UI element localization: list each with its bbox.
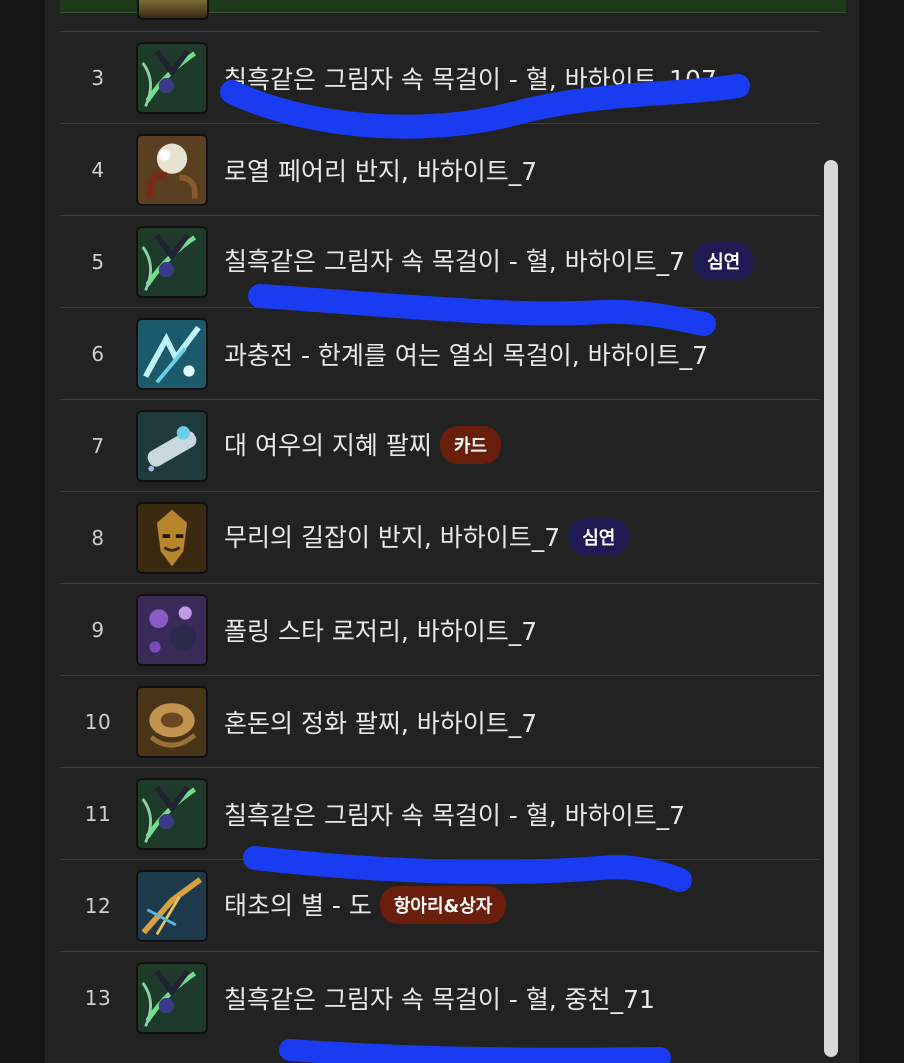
item-name: 폴링 스타 로저리, 바하이트_7 bbox=[224, 616, 538, 646]
overcharge-necklace-icon bbox=[136, 317, 208, 390]
dark-necklace-icon bbox=[136, 961, 208, 1034]
rank-number: 7 bbox=[91, 433, 105, 458]
item-name: 대 여우의 지혜 팔찌 bbox=[224, 430, 432, 460]
list-item[interactable]: 6 과충전 - 한계를 여는 열쇠 목걸이, 바하이트_7 bbox=[60, 307, 820, 399]
item-name: 과충전 - 한계를 여는 열쇠 목걸이, 바하이트_7 bbox=[224, 340, 709, 370]
item-name: 칠흑같은 그림자 속 목걸이 - 혈, 바하이트_7 bbox=[224, 800, 686, 830]
list-item[interactable]: 9 폴링 스타 로저리, 바하이트_7 bbox=[60, 583, 820, 675]
fox-bracelet-icon bbox=[136, 409, 208, 482]
list-item[interactable]: 10 혼돈의 정화 팔찌, 바하이트_7 bbox=[60, 675, 820, 767]
rank-number: 3 bbox=[91, 65, 105, 90]
item-name: 칠흑같은 그림자 속 목걸이 - 혈, 중천_71 bbox=[224, 984, 655, 1014]
royal-fairy-ring-icon bbox=[136, 133, 208, 206]
rank-number: 8 bbox=[91, 525, 105, 550]
rank-number: 6 bbox=[91, 341, 105, 366]
category-badge: 심연 bbox=[693, 241, 755, 280]
rank-number: 5 bbox=[91, 249, 105, 274]
falling-star-rosary-icon bbox=[136, 593, 208, 666]
category-badge: 항아리&상자 bbox=[379, 885, 507, 924]
rank-number: 10 bbox=[84, 709, 112, 734]
category-badge: 카드 bbox=[439, 425, 501, 464]
list-panel: 3 칠흑같은 그림자 속 목걸이 - 혈, 바하이트_107 4 로열 페어리 … bbox=[45, 0, 859, 1063]
item-name: 칠흑같은 그림자 속 목걸이 - 혈, 바하이트_107 bbox=[224, 64, 717, 94]
chaos-bracelet-icon bbox=[136, 685, 208, 758]
item-name: 로열 페어리 반지, 바하이트_7 bbox=[224, 156, 538, 186]
rank-number: 13 bbox=[84, 985, 112, 1010]
list-item[interactable]: 4 로열 페어리 반지, 바하이트_7 bbox=[60, 123, 820, 215]
dark-necklace-icon bbox=[136, 225, 208, 298]
list-item[interactable]: 13 칠흑같은 그림자 속 목걸이 - 혈, 중천_71 bbox=[60, 951, 820, 1043]
list-item[interactable]: 5 칠흑같은 그림자 속 목걸이 - 혈, 바하이트_7 심연 bbox=[60, 215, 820, 307]
scrollbar-thumb[interactable] bbox=[824, 160, 838, 1057]
item-name: 혼돈의 정화 팔찌, 바하이트_7 bbox=[224, 708, 538, 738]
list-item[interactable]: 11 칠흑같은 그림자 속 목걸이 - 혈, 바하이트_7 bbox=[60, 767, 820, 859]
list-item[interactable]: 12 태초의 별 - 도 항아리&상자 bbox=[60, 859, 820, 951]
item-name: 무리의 길잡이 반지, 바하이트_7 bbox=[224, 522, 561, 552]
dark-necklace-icon bbox=[136, 41, 208, 114]
item-list: 3 칠흑같은 그림자 속 목걸이 - 혈, 바하이트_107 4 로열 페어리 … bbox=[60, 31, 820, 1043]
item-name: 칠흑같은 그림자 속 목걸이 - 혈, 바하이트_7 bbox=[224, 246, 686, 276]
rank-number: 9 bbox=[91, 617, 105, 642]
rank-number: 11 bbox=[84, 801, 112, 826]
list-item[interactable]: 7 대 여우의 지혜 팔찌 카드 bbox=[60, 399, 820, 491]
list-item[interactable]: 8 무리의 길잡이 반지, 바하이트_7 심연 bbox=[60, 491, 820, 583]
guide-ring-icon bbox=[136, 501, 208, 574]
category-badge: 심연 bbox=[568, 517, 630, 556]
item-name: 태초의 별 - 도 bbox=[224, 890, 372, 920]
rank-number: 4 bbox=[91, 157, 105, 182]
rank-number: 12 bbox=[84, 893, 112, 918]
item-icon-partial bbox=[137, 0, 209, 20]
list-item[interactable]: 3 칠흑같은 그림자 속 목걸이 - 혈, 바하이트_107 bbox=[60, 31, 820, 123]
primordial-star-icon bbox=[136, 869, 208, 942]
dark-necklace-icon bbox=[136, 777, 208, 850]
